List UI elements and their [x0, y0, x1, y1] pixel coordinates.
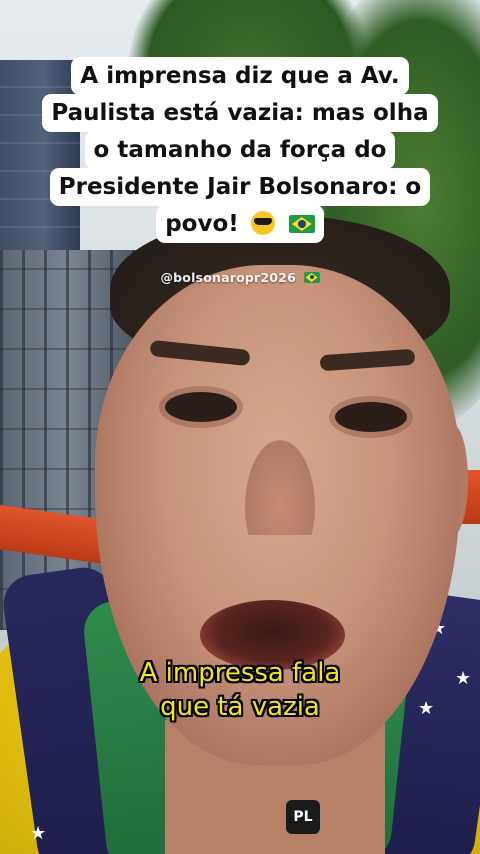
caption-line-text: povo! — [165, 211, 239, 237]
pl-party-badge: PL — [286, 800, 320, 834]
flag-star-icon: ★ — [30, 823, 47, 844]
caption-line: Paulista está vazia: mas olha — [42, 94, 438, 132]
subtitle-line: que tá vazia — [160, 692, 320, 722]
speech-subtitle: A impressa fala que tá vazia — [0, 656, 480, 724]
caption-overlay: A imprensa diz que a Av. Paulista está v… — [0, 57, 480, 243]
caption-line-last: povo! — [156, 205, 324, 243]
brazil-flag-icon — [303, 272, 320, 283]
caption-line: Presidente Jair Bolsonaro: o — [49, 168, 431, 206]
caption-line: A imprensa diz que a Av. — [71, 57, 409, 95]
nose — [245, 440, 315, 535]
brazil-flag-icon — [288, 215, 315, 233]
eye-right — [335, 402, 407, 432]
caption-line: o tamanho da força do — [84, 131, 396, 169]
account-watermark: @bolsonaropr2026 — [0, 270, 480, 285]
subtitle-line: A impressa fala — [139, 658, 341, 688]
account-handle: @bolsonaropr2026 — [160, 270, 296, 285]
smiling-face-with-sunglasses-icon — [250, 211, 275, 235]
eye-left — [165, 392, 237, 422]
